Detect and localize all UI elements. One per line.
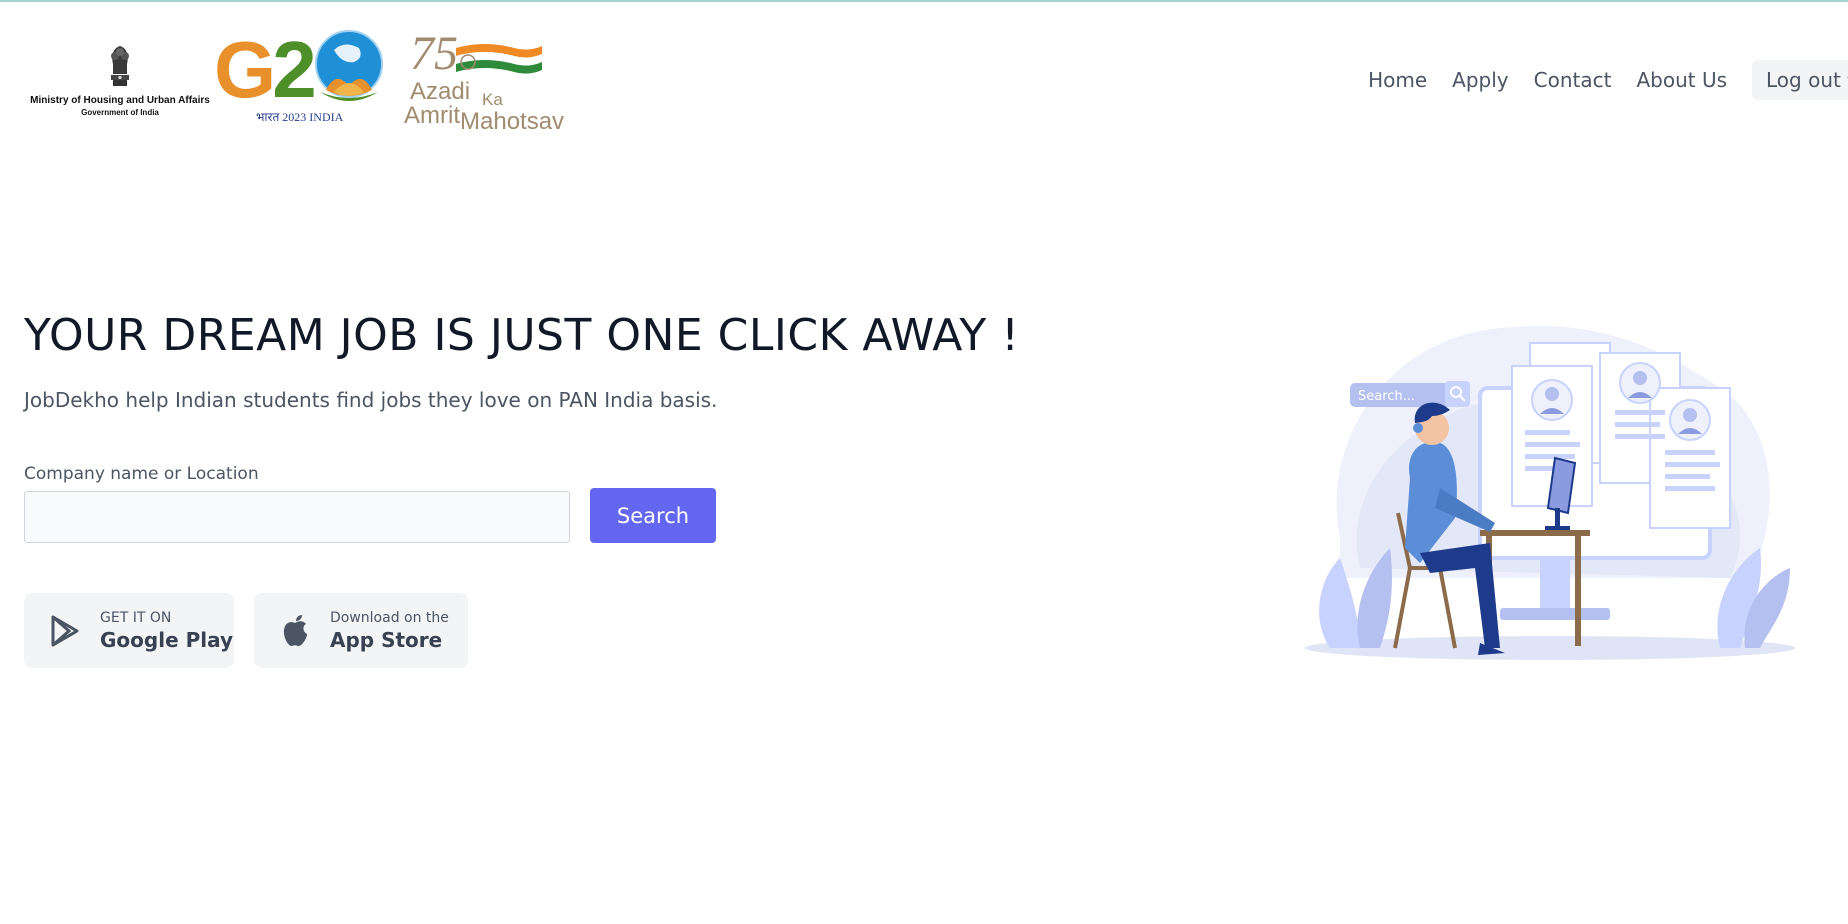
app-store-small-text: Download on the: [330, 609, 449, 626]
tricolour-flag-icon: [456, 44, 542, 74]
national-emblem-icon: [111, 46, 129, 86]
nav-about-us-link[interactable]: About Us: [1636, 68, 1727, 92]
ministry-logo[interactable]: Ministry of Housing and Urban Affairs Go…: [30, 42, 210, 118]
search-label: Company name or Location: [24, 464, 259, 484]
akam-amrit-text: Amrit: [404, 102, 460, 129]
g20-globe-lotus-icon: [315, 30, 383, 101]
hero-title: YOUR DREAM JOB IS JUST ONE CLICK AWAY !: [24, 310, 1020, 361]
akam-mahotsav-text: Mahotsav: [460, 108, 565, 135]
app-store-button[interactable]: Download on the App Store: [254, 593, 468, 668]
hero-subtitle: JobDekho help Indian students find jobs …: [24, 388, 718, 412]
akam-75-mark: 75: [410, 27, 458, 80]
google-play-button[interactable]: GET IT ON Google Play: [24, 593, 234, 668]
azadi-ka-amrit-mahotsav-logo[interactable]: 75 Azadi Ka Amrit Mahotsav: [402, 27, 577, 134]
akam-ka-text: Ka: [482, 90, 503, 109]
google-play-big-text: Google Play: [100, 627, 234, 652]
g20-logo[interactable]: G2 भारत 2023 INDIA: [212, 30, 392, 130]
job-search-illustration: Search...: [1305, 326, 1795, 660]
akam-azadi-text: Azadi: [410, 78, 471, 105]
apple-icon: [278, 614, 312, 648]
nav-home-link[interactable]: Home: [1368, 68, 1427, 92]
nav-contact-link[interactable]: Contact: [1534, 68, 1612, 92]
logout-label: Log out: [1766, 68, 1841, 92]
ministry-name: Ministry of Housing and Urban Affairs: [30, 95, 210, 106]
main-nav: Home Apply Contact About Us Log out ▾: [1368, 60, 1848, 100]
g20-subtitle: भारत 2023 INDIA: [256, 110, 344, 124]
search-input[interactable]: [24, 491, 570, 543]
google-play-small-text: GET IT ON: [100, 609, 172, 626]
site-header: Ministry of Housing and Urban Affairs Go…: [0, 0, 1848, 150]
illustration-search-text: Search...: [1358, 389, 1415, 404]
logout-dropdown-button[interactable]: Log out ▾: [1752, 60, 1848, 100]
nav-apply-link[interactable]: Apply: [1452, 68, 1508, 92]
google-play-icon: [48, 614, 82, 648]
government-name: Government of India: [81, 108, 159, 117]
search-button[interactable]: Search: [590, 488, 716, 543]
g20-wordmark: G2: [214, 25, 317, 114]
app-store-big-text: App Store: [330, 627, 443, 652]
